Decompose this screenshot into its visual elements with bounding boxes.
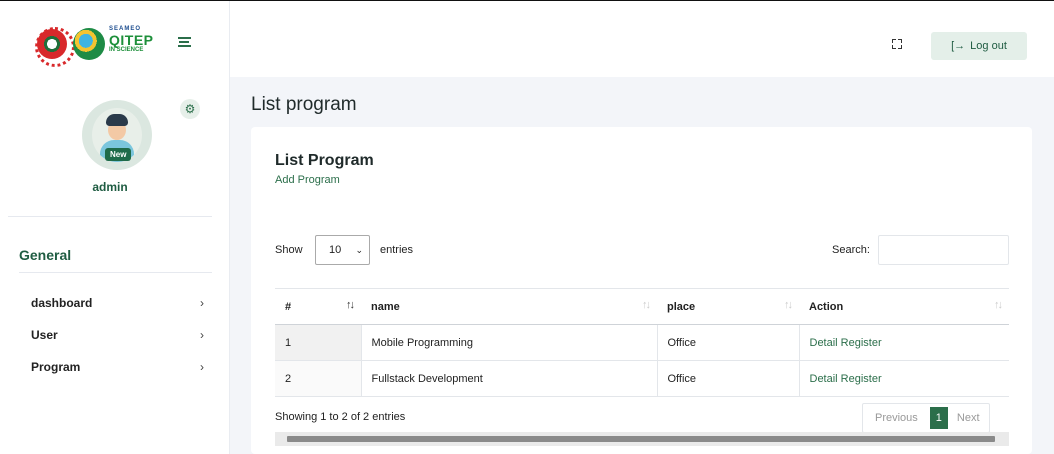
page-1-button[interactable]: 1 [929, 407, 948, 429]
program-card: List Program Add Program Show 10 ⌄ entri… [251, 127, 1032, 454]
page-title: List program [251, 94, 357, 115]
column-header-action[interactable]: Action ↑↓ [799, 288, 1009, 325]
sort-icon: ↑↓ [784, 299, 793, 311]
sort-icon: ↑↓ [642, 299, 651, 311]
chevron-right-icon: › [200, 328, 204, 342]
sidebar-item-dashboard[interactable]: dashboard › [31, 287, 204, 319]
gear-emblem-logo [35, 27, 75, 67]
scrollbar-thumb[interactable] [287, 436, 995, 442]
top-header: [→ Log out [230, 1, 1054, 77]
sort-icon: ↑↓ [346, 299, 355, 311]
column-header-number[interactable]: # ↑↓ [275, 288, 361, 325]
table-info: Showing 1 to 2 of 2 entries [275, 411, 406, 423]
sort-icon: ↑↓ [994, 299, 1003, 311]
detail-register-link[interactable]: Detail Register [798, 360, 1009, 397]
cell-name: Mobile Programming [360, 324, 657, 361]
cell-place: Office [656, 360, 799, 397]
fullscreen-icon[interactable] [892, 39, 902, 49]
sidebar-item-label: Program [31, 360, 81, 374]
cell-place: Office [656, 324, 799, 361]
hamburger-menu-icon[interactable] [178, 37, 191, 47]
column-header-name[interactable]: name ↑↓ [361, 288, 657, 325]
seameo-logo [73, 28, 105, 60]
next-button[interactable]: Next [948, 404, 989, 432]
sidebar: SEAMEO QITEP IN SCIENCE New ⚙ admin Gene… [0, 1, 230, 454]
logout-icon: [→ [951, 40, 966, 52]
cell-number: 1 [275, 324, 361, 361]
logout-label: Log out [970, 40, 1007, 52]
chevron-down-icon: ⌄ [355, 245, 363, 255]
new-badge: New [105, 148, 132, 161]
card-title: List Program [275, 152, 374, 169]
entries-label: entries [380, 244, 414, 256]
sidebar-item-label: User [31, 328, 58, 342]
table-header-row: # ↑↓ name ↑↓ place ↑↓ Action ↑↓ [275, 288, 1009, 325]
pagination: Previous 1 Next [862, 403, 990, 433]
search-input[interactable] [878, 235, 1009, 265]
cell-name: Fullstack Development [360, 360, 657, 397]
column-header-place[interactable]: place ↑↓ [657, 288, 799, 325]
brand-area: SEAMEO QITEP IN SCIENCE [0, 1, 229, 77]
program-table: # ↑↓ name ↑↓ place ↑↓ Action ↑↓ 1 Mobile Pro… [275, 288, 1009, 397]
logout-button[interactable]: [→ Log out [931, 32, 1027, 60]
chevron-right-icon: › [200, 296, 204, 310]
entries-length-select[interactable]: 10 ⌄ [315, 235, 370, 265]
chevron-right-icon: › [200, 360, 204, 374]
previous-button[interactable]: Previous [863, 404, 930, 432]
entries-length-value: 10 [329, 244, 342, 256]
user-profile: New ⚙ admin [8, 77, 212, 217]
search-label: Search: [832, 244, 870, 256]
table-row: 2 Fullstack Development Office Detail Re… [275, 360, 1009, 397]
gear-icon[interactable]: ⚙ [180, 99, 200, 119]
sidebar-item-label: dashboard [31, 296, 93, 310]
sidebar-item-user[interactable]: User › [31, 319, 204, 351]
logo-text-line2: QITEP [109, 32, 154, 48]
horizontal-scrollbar[interactable] [275, 432, 1009, 446]
profile-name: admin [92, 180, 128, 194]
sidebar-nav: dashboard › User › Program › [0, 287, 229, 383]
brand-logo-text: SEAMEO QITEP IN SCIENCE [109, 26, 154, 53]
sidebar-item-program[interactable]: Program › [31, 351, 204, 383]
show-label: Show [275, 244, 303, 256]
cell-number: 2 [275, 360, 361, 397]
detail-register-link[interactable]: Detail Register [798, 324, 1009, 361]
add-program-link[interactable]: Add Program [275, 174, 340, 186]
nav-section-heading: General [19, 247, 212, 273]
table-row: 1 Mobile Programming Office Detail Regis… [275, 324, 1009, 361]
